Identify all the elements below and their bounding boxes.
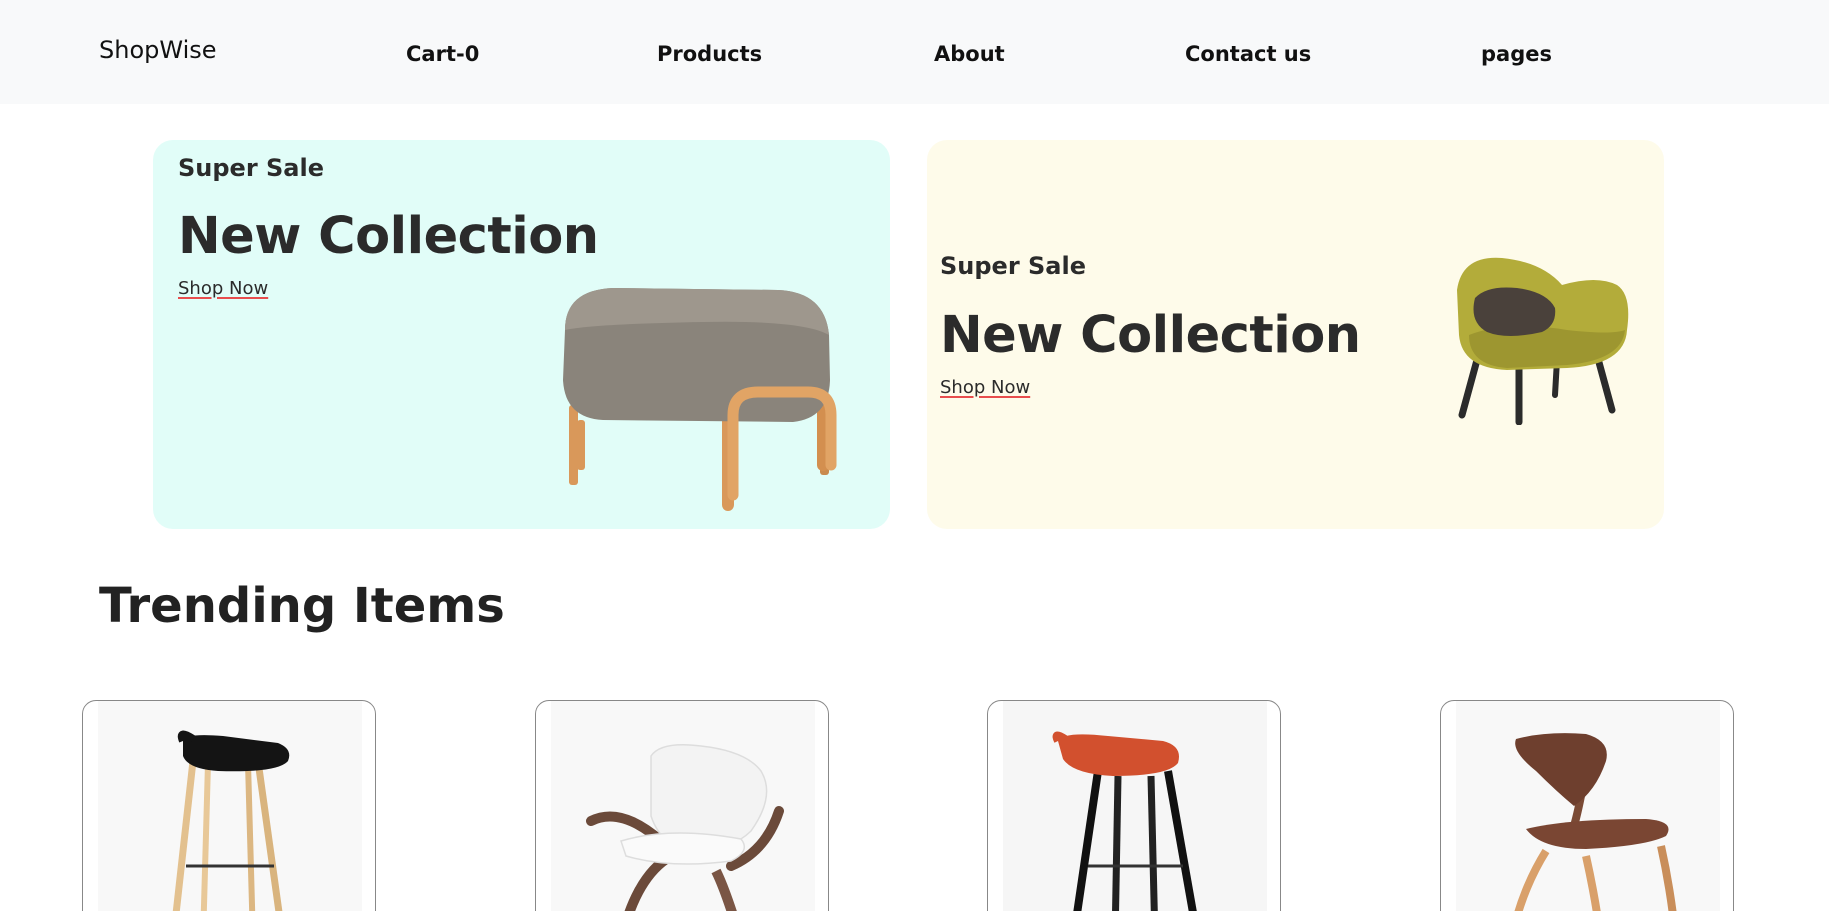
- hero-banner-1: Super Sale New Collection Shop Now: [153, 140, 890, 529]
- nav-pages[interactable]: pages: [1481, 42, 1552, 66]
- collection-title: New Collection: [178, 207, 599, 266]
- walnut-chair-image: [1514, 733, 1677, 911]
- product-photo: [551, 701, 815, 911]
- orange-bar-stool-image: [1052, 731, 1197, 911]
- shop-now-link[interactable]: Shop Now: [178, 278, 268, 299]
- nav-about[interactable]: About: [934, 42, 1005, 66]
- hero-banner-2: Super Sale New Collection Shop Now: [927, 140, 1664, 529]
- nav-contact-us[interactable]: Contact us: [1185, 42, 1311, 66]
- nav-products[interactable]: Products: [657, 42, 762, 66]
- sale-label: Super Sale: [178, 154, 325, 182]
- product-photo: [1003, 701, 1267, 911]
- sale-label: Super Sale: [940, 252, 1087, 280]
- collection-title: New Collection: [940, 306, 1361, 365]
- section-title: Trending Items: [99, 578, 505, 634]
- shop-now-link[interactable]: Shop Now: [940, 377, 1030, 398]
- black-bar-stool-image: [172, 730, 290, 911]
- navbar: ShopWise Cart-0 Products About Contact u…: [0, 0, 1829, 104]
- product-photo: [98, 701, 362, 911]
- nav-cart[interactable]: Cart-0: [406, 42, 479, 66]
- product-card[interactable]: [82, 700, 376, 911]
- product-card[interactable]: [535, 700, 829, 911]
- armchair-image: [1457, 257, 1629, 425]
- product-photo: [1456, 701, 1720, 911]
- white-shell-chair-image: [586, 744, 784, 911]
- brand-logo[interactable]: ShopWise: [99, 36, 217, 64]
- product-card[interactable]: [987, 700, 1281, 911]
- ottoman-image: [563, 288, 837, 511]
- product-card[interactable]: [1440, 700, 1734, 911]
